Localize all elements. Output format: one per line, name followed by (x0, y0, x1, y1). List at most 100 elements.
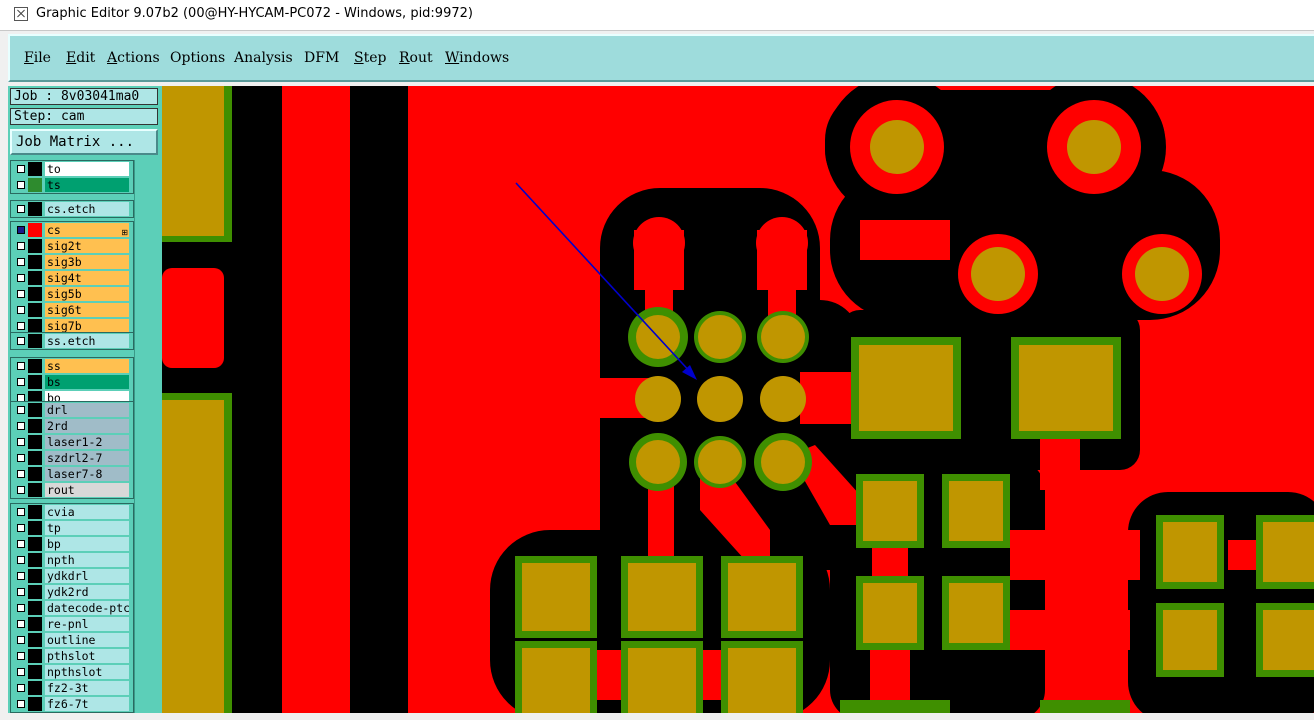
layer-color-swatch[interactable] (28, 162, 42, 176)
job-matrix-button[interactable]: Job Matrix ... (10, 129, 158, 155)
layer-checkbox[interactable] (17, 181, 25, 189)
layer-color-swatch[interactable] (28, 467, 42, 481)
layer-checkbox[interactable] (17, 700, 25, 708)
layer-name[interactable]: 2rd (45, 419, 129, 433)
layer-color-swatch[interactable] (28, 255, 42, 269)
layer-checkbox[interactable] (17, 620, 25, 628)
layer-color-swatch[interactable] (28, 569, 42, 583)
layer-color-swatch[interactable] (28, 617, 42, 631)
layer-name[interactable]: npthslot (45, 665, 129, 679)
layer-row-ydk2rd[interactable]: ydk2rd (11, 584, 133, 600)
expand-icon[interactable]: ⊞ (121, 226, 128, 237)
layer-name[interactable]: sig6t (45, 303, 129, 317)
layer-name[interactable]: sig2t (45, 239, 129, 253)
layer-color-swatch[interactable] (28, 483, 42, 497)
layer-name[interactable]: outline (45, 633, 129, 647)
layer-checkbox[interactable] (17, 454, 25, 462)
layer-name[interactable]: ss (45, 359, 129, 373)
layer-checkbox[interactable] (17, 322, 25, 330)
layer-checkbox[interactable] (17, 556, 25, 564)
layer-name[interactable]: sig4t (45, 271, 129, 285)
layer-name[interactable]: to (45, 162, 129, 176)
layer-checkbox[interactable] (17, 406, 25, 414)
layer-checkbox[interactable] (17, 306, 25, 314)
layer-row-2rd[interactable]: 2rd (11, 418, 133, 434)
layer-row-datecode-ptc[interactable]: datecode-ptc (11, 600, 133, 616)
layer-row-fz2-3t[interactable]: fz2-3t (11, 680, 133, 696)
layer-row-laser7-8[interactable]: laser7-8 (11, 466, 133, 482)
layer-color-swatch[interactable] (28, 521, 42, 535)
menu-actions[interactable]: Actions (107, 50, 160, 66)
layer-row-ydkdrl[interactable]: ydkdrl (11, 568, 133, 584)
layer-row-sig4t[interactable]: sig4t (11, 270, 133, 286)
layer-checkbox[interactable] (17, 258, 25, 266)
layer-name[interactable]: sig5b (45, 287, 129, 301)
layer-color-swatch[interactable] (28, 697, 42, 711)
layer-color-swatch[interactable] (28, 319, 42, 333)
layer-row-laser1-2[interactable]: laser1-2 (11, 434, 133, 450)
layer-row-sig3b[interactable]: sig3b (11, 254, 133, 270)
layer-checkbox[interactable] (17, 438, 25, 446)
layer-checkbox[interactable] (17, 337, 25, 345)
menu-dfm[interactable]: DFM (304, 50, 339, 66)
layer-color-swatch[interactable] (28, 359, 42, 373)
layer-checkbox[interactable] (17, 524, 25, 532)
layer-color-swatch[interactable] (28, 435, 42, 449)
layer-row-to[interactable]: to (11, 161, 133, 177)
layer-checkbox[interactable] (17, 274, 25, 282)
layer-name[interactable]: cvia (45, 505, 129, 519)
layer-checkbox[interactable] (17, 684, 25, 692)
layer-row-drl[interactable]: drl (11, 402, 133, 418)
menu-step[interactable]: Step (354, 50, 386, 66)
layer-checkbox[interactable] (17, 540, 25, 548)
layer-row-rout[interactable]: rout (11, 482, 133, 498)
layer-row-cvia[interactable]: cvia (11, 504, 133, 520)
layer-row-szdrl2-7[interactable]: szdrl2-7 (11, 450, 133, 466)
layer-row-npthslot[interactable]: npthslot (11, 664, 133, 680)
layer-name[interactable]: pthslot (45, 649, 129, 663)
layer-name[interactable]: drl (45, 403, 129, 417)
layer-name[interactable]: ydk2rd (45, 585, 129, 599)
layer-color-swatch[interactable] (28, 681, 42, 695)
layer-row-npth[interactable]: npth (11, 552, 133, 568)
layer-checkbox[interactable] (17, 668, 25, 676)
menu-file[interactable]: File (24, 50, 51, 66)
layer-row-bp[interactable]: bp (11, 536, 133, 552)
layer-name[interactable]: laser7-8 (45, 467, 129, 481)
layer-name[interactable]: re-pnl (45, 617, 129, 631)
layer-checkbox[interactable] (17, 378, 25, 386)
pcb-canvas[interactable] (162, 86, 1314, 713)
layer-checkbox[interactable] (17, 290, 25, 298)
layer-name[interactable]: bp (45, 537, 129, 551)
layer-row-ss[interactable]: ss (11, 358, 133, 374)
layer-color-swatch[interactable] (28, 451, 42, 465)
layer-name[interactable]: ydkdrl (45, 569, 129, 583)
layer-row-tp[interactable]: tp (11, 520, 133, 536)
layer-name[interactable]: npth (45, 553, 129, 567)
layer-row-bs[interactable]: bs (11, 374, 133, 390)
layer-name[interactable]: ss.etch (45, 334, 129, 348)
layer-color-swatch[interactable] (28, 375, 42, 389)
layer-name[interactable]: szdrl2-7 (45, 451, 129, 465)
layer-color-swatch[interactable] (28, 223, 42, 237)
layer-name[interactable]: fz6-7t (45, 697, 129, 711)
layer-name[interactable]: datecode-ptc (45, 601, 129, 615)
layer-name[interactable]: ts (45, 178, 129, 192)
layer-color-swatch[interactable] (28, 553, 42, 567)
layer-color-swatch[interactable] (28, 649, 42, 663)
layer-row-fz6-7t[interactable]: fz6-7t (11, 696, 133, 712)
layer-checkbox[interactable] (17, 205, 25, 213)
layer-color-swatch[interactable] (28, 537, 42, 551)
layer-row-ts[interactable]: ts (11, 177, 133, 193)
layer-row-cs[interactable]: cs ⊞ (11, 222, 133, 238)
layer-row-cs.etch[interactable]: cs.etch (11, 201, 133, 217)
layer-color-swatch[interactable] (28, 303, 42, 317)
layer-row-ss.etch[interactable]: ss.etch (11, 333, 133, 349)
layer-row-pthslot[interactable]: pthslot (11, 648, 133, 664)
menu-analysis[interactable]: Analysis (234, 50, 293, 66)
layer-checkbox[interactable] (17, 226, 25, 234)
layer-row-sig6t[interactable]: sig6t (11, 302, 133, 318)
layer-color-swatch[interactable] (28, 178, 42, 192)
menu-edit[interactable]: Edit (66, 50, 95, 66)
layer-list-scrollbar[interactable] (134, 160, 161, 713)
